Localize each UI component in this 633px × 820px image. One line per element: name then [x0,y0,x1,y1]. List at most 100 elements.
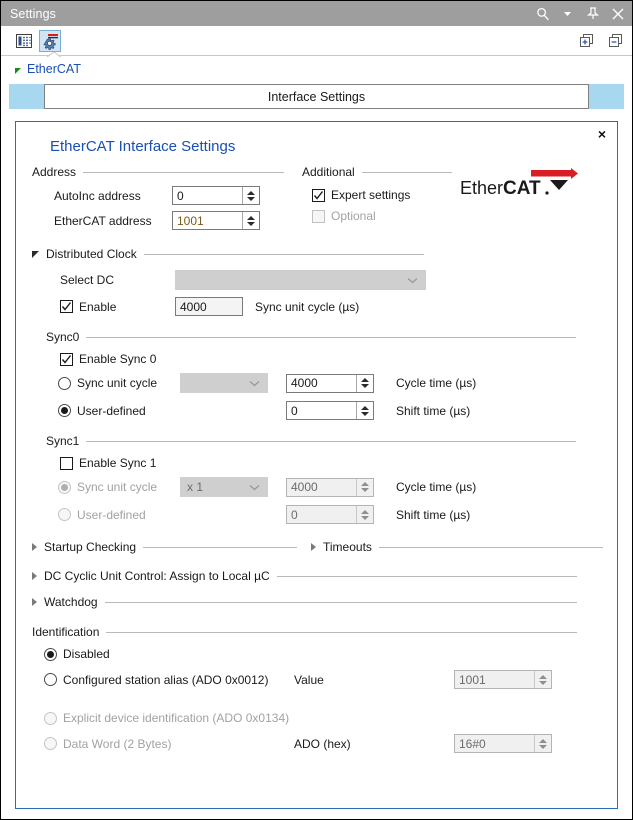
collapse-all-icon[interactable] [607,33,624,50]
checkbox-enable-sync1[interactable]: Enable Sync 1 [60,456,603,470]
chevron-down-icon [249,376,260,390]
tree-root-row[interactable]: EtherCAT [1,56,632,81]
divider [378,546,603,548]
spinner-buttons[interactable] [356,402,373,419]
section-dc-cyclic-unit-control[interactable]: DC Cyclic Unit Control: Assign to Local … [32,569,577,583]
divider [104,601,577,603]
radio-circle[interactable] [44,673,57,686]
optional-label: Optional [331,209,376,223]
radio-circle [44,737,57,750]
divider [143,546,297,548]
sync0-user-defined-label: User-defined [77,403,146,418]
grid-matrix-icon[interactable] [13,30,35,52]
chevron-down-icon [249,480,260,494]
checkbox-optional: Optional [312,209,452,223]
search-icon[interactable] [534,5,551,22]
check-icon [313,190,324,200]
tab-strip: Interface Settings [1,84,632,109]
sync0-cycle-time-input[interactable]: 4000 [286,373,374,393]
tab-edge-left [9,84,44,109]
sync1-shift-time-value: 0 [291,507,298,522]
expander-closed-icon[interactable] [32,598,37,606]
panel-close-icon[interactable]: × [595,127,609,141]
startup-checking-label: Startup Checking [44,540,137,554]
radio-circle[interactable] [58,404,71,417]
spinner-up-icon[interactable] [361,405,369,410]
explicit-device-label: Explicit device identification (ADO 0x01… [63,711,290,725]
spinner-down-icon[interactable] [361,411,369,416]
autoinc-address-label: AutoInc address [54,188,141,203]
spinner-down-icon [539,744,547,749]
spinner-buttons [534,671,551,688]
checkbox-expert-settings[interactable]: Expert settings [312,188,452,202]
radio-circle [58,508,71,521]
spinner-buttons[interactable] [242,212,259,229]
ethercat-logo: Ether CAT [459,168,579,202]
sync1-shift-time-label: Shift time (µs) [396,507,471,522]
expand-all-icon[interactable] [578,33,595,50]
spinner-buttons[interactable] [242,187,259,204]
timeouts-label: Timeouts [323,540,372,554]
section-startup-checking[interactable]: Startup Checking [32,540,297,554]
spinner-down-icon[interactable] [247,196,255,201]
dc-enable-label: Enable [79,299,117,314]
spinner-up-icon[interactable] [247,190,255,195]
spinner-buttons[interactable] [356,374,373,392]
sync-unit-cycle-value: 4000 [180,299,207,314]
sync0-cycle-time-value: 4000 [291,376,318,390]
expander-closed-icon[interactable] [311,543,316,551]
autoinc-address-value: 0 [177,188,184,203]
ethercat-address-label: EtherCAT address [54,213,152,228]
spinner-up-icon[interactable] [247,215,255,220]
group-sync0-label: Sync0 [46,330,80,344]
sync0-shift-time-value: 0 [291,403,298,418]
sync1-cycle-time-value: 4000 [291,480,318,494]
spinner-down-icon[interactable] [247,221,255,226]
radio-circle[interactable] [44,647,57,661]
pin-icon[interactable] [584,5,601,22]
field-select-dc: Select DC [60,270,603,290]
tab-interface-settings[interactable]: Interface Settings [44,84,589,109]
divider [276,575,577,577]
spinner-buttons [534,735,551,752]
checkbox-box[interactable] [60,352,73,366]
section-timeouts[interactable]: Timeouts [311,540,603,554]
radio-circle[interactable] [58,376,71,390]
autoinc-address-input[interactable]: 0 [172,186,260,205]
window-title: Settings [10,6,56,21]
checkbox-box[interactable] [60,300,73,313]
radio-sync0-user-defined[interactable]: User-defined [58,404,180,418]
spinner-up-icon[interactable] [361,378,369,382]
row-station-alias: Configured station alias (ADO 0x0012) Va… [44,670,603,689]
checkbox-box[interactable] [312,188,325,202]
expander-open-icon[interactable] [32,250,39,258]
group-identification-label: Identification [32,625,100,639]
spinner-up-icon [361,482,369,486]
checkbox-enable-sync0[interactable]: Enable Sync 0 [60,352,603,366]
expander-triangle-icon[interactable] [15,67,21,74]
ethercat-address-input[interactable]: 1001 [172,211,260,230]
radio-identification-disabled[interactable]: Disabled [44,647,603,661]
enable-sync1-label: Enable Sync 1 [79,456,157,470]
radio-data-word: Data Word (2 Bytes) [44,737,294,751]
ado-hex-value: 16#0 [459,736,486,751]
dropdown-arrow-icon[interactable] [559,5,576,22]
sync-unit-cycle-unit-label: Sync unit cycle (µs) [255,299,360,314]
divider [106,631,577,633]
expander-closed-icon[interactable] [32,543,37,551]
sync-unit-cycle-input[interactable]: 4000 [175,297,243,316]
radio-sync0-unit-cycle[interactable]: Sync unit cycle [58,376,180,390]
group-distributed-clock[interactable]: Distributed Clock [32,247,424,261]
sync0-shift-time-input[interactable]: 0 [286,401,374,420]
radio-sync1-user-defined: User-defined [58,508,180,522]
radio-circle [58,480,71,494]
data-word-label: Data Word (2 Bytes) [63,736,172,751]
close-icon[interactable] [609,5,626,22]
dc-cyclic-label: DC Cyclic Unit Control: Assign to Local … [44,569,270,583]
spinner-down-icon[interactable] [361,384,369,388]
section-watchdog[interactable]: Watchdog [32,595,577,609]
checkbox-dc-enable[interactable]: Enable [60,300,175,314]
expander-closed-icon[interactable] [32,572,37,580]
checkbox-box[interactable] [60,456,73,470]
radio-station-alias[interactable]: Configured station alias (ADO 0x0012) [44,673,294,687]
